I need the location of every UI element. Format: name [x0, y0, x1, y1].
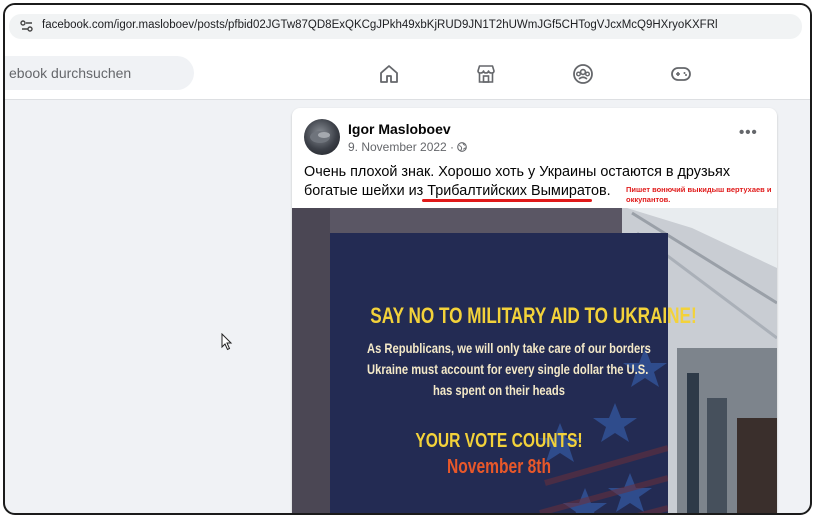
- facebook-navbar: ebook durchsuchen: [5, 49, 810, 100]
- url-text[interactable]: facebook.com/igor.masloboev/posts/pfbid0…: [42, 19, 718, 31]
- red-underline-annotation: [422, 199, 592, 202]
- post-photo[interactable]: SAY NO TO MILITARY AID TO UKRAINE! As Re…: [292, 208, 777, 513]
- post-text-end: .: [606, 183, 611, 199]
- address-bar: facebook.com/igor.masloboev/posts/pfbid0…: [5, 5, 810, 49]
- post-text-highlight: Трибалтийских Вымиратов: [427, 183, 607, 199]
- sign-body-line: Ukraine must account for every single do…: [367, 361, 649, 377]
- red-annotation-text: Пишет вонючий выкидыш вертухаев и оккупа…: [626, 185, 772, 204]
- marketplace-icon[interactable]: [474, 62, 498, 86]
- post-card: Igor Masloboev 9. November 2022 · ••• Оч…: [292, 108, 777, 513]
- more-options-button[interactable]: •••: [739, 124, 758, 141]
- home-icon[interactable]: [377, 62, 401, 86]
- sign-headline: SAY NO TO MILITARY AID TO UKRAINE!: [370, 303, 697, 328]
- sign-date-text: November 8th: [446, 456, 552, 478]
- mouse-cursor-icon: [221, 333, 233, 351]
- avatar-photo-icon: [310, 131, 330, 143]
- sign-body-line: As Republicans, we will only take care o…: [367, 340, 651, 356]
- post-meta: 9. November 2022 ·: [348, 140, 467, 154]
- url-field[interactable]: facebook.com/igor.masloboev/posts/pfbid0…: [9, 14, 802, 39]
- sign-body-line: has spent on their heads: [433, 382, 565, 398]
- author-name[interactable]: Igor Masloboev: [348, 121, 451, 137]
- globe-icon: [457, 142, 467, 152]
- search-input[interactable]: ebook durchsuchen: [5, 56, 194, 90]
- avatar[interactable]: [304, 119, 340, 155]
- site-settings-icon[interactable]: [19, 18, 35, 34]
- browser-window: facebook.com/igor.masloboev/posts/pfbid0…: [3, 3, 812, 515]
- search-placeholder[interactable]: ebook durchsuchen: [9, 65, 131, 81]
- sign-vote-text: YOUR VOTE COUNTS!: [415, 430, 583, 452]
- groups-icon[interactable]: [571, 62, 595, 86]
- post-date[interactable]: 9. November 2022 ·: [348, 140, 454, 154]
- gaming-icon[interactable]: [669, 62, 693, 86]
